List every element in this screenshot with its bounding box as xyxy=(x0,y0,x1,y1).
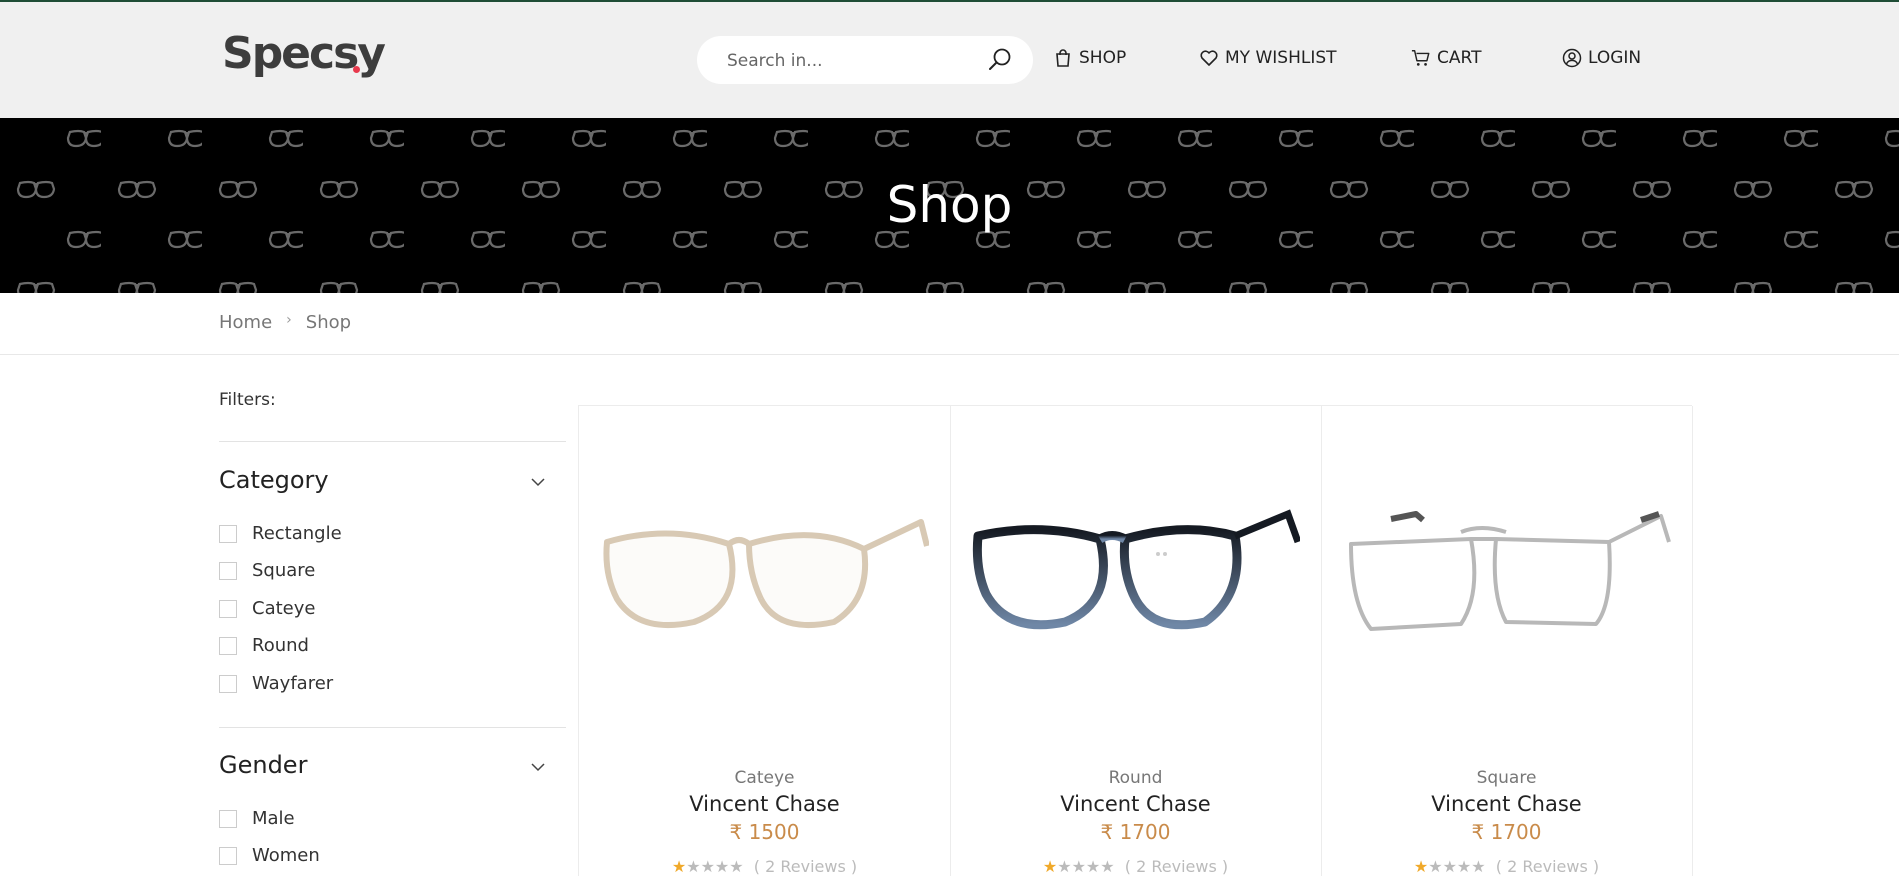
nav-shop[interactable]: SHOP xyxy=(1053,48,1126,68)
product-grid: Cateye Vincent Chase ₹ 1500 ★★★★★ ( 2 Re… xyxy=(578,405,1693,876)
filter-option-label: Square xyxy=(252,560,316,581)
product-category: Square xyxy=(1476,768,1537,788)
search-input[interactable] xyxy=(725,48,969,74)
product-card[interactable]: Cateye Vincent Chase ₹ 1500 ★★★★★ ( 2 Re… xyxy=(579,406,951,876)
breadcrumb-separator: › xyxy=(286,311,292,328)
filter-group-category-title[interactable]: Category xyxy=(219,466,329,494)
product-card[interactable]: Round Vincent Chase ₹ 1700 ★★★★★ ( 2 Rev… xyxy=(950,406,1322,876)
user-icon xyxy=(1562,48,1582,68)
nav-cart-label: CART xyxy=(1437,48,1482,68)
checkbox[interactable] xyxy=(219,561,237,580)
filter-option-label: Cateye xyxy=(252,598,316,619)
filter-option-label: Round xyxy=(252,635,309,656)
search-bar xyxy=(697,36,1033,84)
filter-option-label: Rectangle xyxy=(252,523,342,544)
brand-logo[interactable]: Specsy xyxy=(222,28,386,79)
nav-login[interactable]: LOGIN xyxy=(1562,48,1641,68)
filter-option-label: Male xyxy=(252,808,295,829)
breadcrumb-current: Shop xyxy=(305,312,352,333)
filter-option-wayfarer[interactable]: Wayfarer xyxy=(219,673,333,694)
checkbox[interactable] xyxy=(219,846,237,865)
product-image[interactable] xyxy=(599,494,929,654)
filter-option-label: Wayfarer xyxy=(252,673,334,694)
review-count[interactable]: ( 2 Reviews ) xyxy=(1496,857,1599,876)
search-icon[interactable] xyxy=(987,47,1013,73)
product-card[interactable]: Square Vincent Chase ₹ 1700 ★★★★★ ( 2 Re… xyxy=(1321,406,1693,876)
breadcrumb-home[interactable]: Home xyxy=(219,312,272,333)
site-header: Specsy SHOP MY WISHLIST CART LOGIN xyxy=(0,2,1899,118)
product-price: ₹ 1700 xyxy=(1100,820,1171,844)
checkbox[interactable] xyxy=(219,809,237,828)
product-name[interactable]: Vincent Chase xyxy=(950,792,1321,816)
nav-cart[interactable]: CART xyxy=(1411,48,1481,68)
nav-login-label: LOGIN xyxy=(1588,48,1642,68)
page-hero-banner: Shop xyxy=(0,118,1899,293)
product-image[interactable] xyxy=(970,494,1300,654)
filter-option-male[interactable]: Male xyxy=(219,808,295,829)
product-rating: ★★★★★ ( 2 Reviews ) xyxy=(1042,857,1229,876)
star-icon: ★ xyxy=(1042,857,1058,876)
cart-icon xyxy=(1411,50,1430,66)
heart-icon xyxy=(1200,50,1218,66)
product-category: Cateye xyxy=(734,768,795,788)
chevron-down-icon[interactable] xyxy=(530,759,546,775)
product-rating: ★★★★★ ( 2 Reviews ) xyxy=(1413,857,1600,876)
star-icon: ★ xyxy=(1413,857,1429,876)
page-title: Shop xyxy=(886,176,1013,234)
product-name[interactable]: Vincent Chase xyxy=(579,792,950,816)
checkbox[interactable] xyxy=(219,599,237,618)
checkbox[interactable] xyxy=(219,674,237,693)
checkbox[interactable] xyxy=(219,636,237,655)
star-icon: ★ xyxy=(671,857,687,876)
product-image[interactable] xyxy=(1341,494,1671,654)
review-count[interactable]: ( 2 Reviews ) xyxy=(754,857,857,876)
product-name[interactable]: Vincent Chase xyxy=(1321,792,1692,816)
nav-wishlist-label: MY WISHLIST xyxy=(1225,48,1337,68)
filter-divider xyxy=(219,441,566,442)
breadcrumb: Home › Shop xyxy=(219,311,352,334)
review-count[interactable]: ( 2 Reviews ) xyxy=(1125,857,1228,876)
filter-option-round[interactable]: Round xyxy=(219,635,309,656)
product-category: Round xyxy=(1108,768,1163,788)
filter-option-label: Women xyxy=(252,845,320,866)
bag-icon xyxy=(1056,49,1070,67)
filter-group-gender-title[interactable]: Gender xyxy=(219,751,307,779)
filter-option-square[interactable]: Square xyxy=(219,560,315,581)
filter-option-cateye[interactable]: Cateye xyxy=(219,598,315,619)
filter-divider xyxy=(219,727,566,728)
filter-option-women[interactable]: Women xyxy=(219,845,320,866)
product-price: ₹ 1500 xyxy=(729,820,800,844)
chevron-down-icon[interactable] xyxy=(530,474,546,490)
nav-shop-label: SHOP xyxy=(1079,48,1127,68)
logo-dot xyxy=(353,66,360,73)
product-rating: ★★★★★ ( 2 Reviews ) xyxy=(671,857,858,876)
product-price: ₹ 1700 xyxy=(1471,820,1542,844)
filters-label: Filters: xyxy=(219,390,276,410)
nav-wishlist[interactable]: MY WISHLIST xyxy=(1199,48,1337,68)
filter-option-rectangle[interactable]: Rectangle xyxy=(219,523,342,544)
checkbox[interactable] xyxy=(219,524,237,543)
breadcrumb-divider xyxy=(0,354,1899,355)
